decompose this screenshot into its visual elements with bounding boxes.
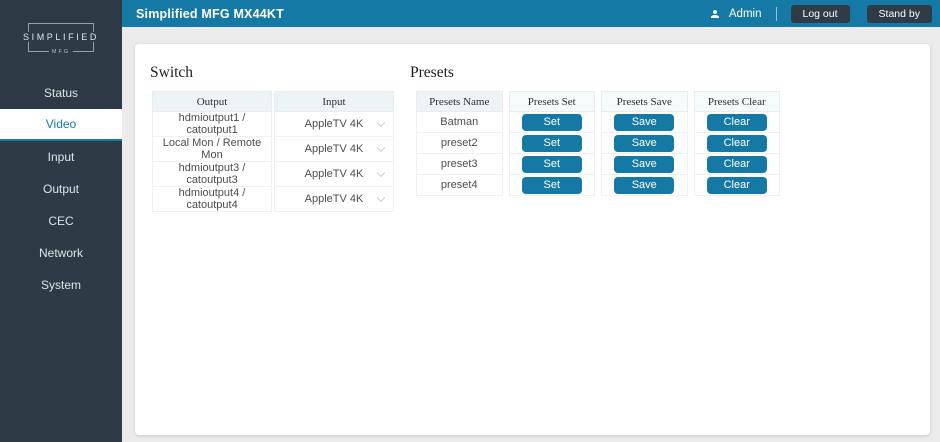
topbar-divider (776, 7, 777, 21)
switch-table: Output Input hdmioutput1 / catoutput1 Ap… (150, 91, 396, 212)
preset4-clear-button[interactable]: Clear (707, 177, 767, 194)
presets-table: Presets Name Presets Set Presets Save Pr… (410, 91, 786, 196)
user-label: Admin (729, 8, 762, 20)
preset1-set-button[interactable]: Set (522, 114, 582, 131)
sidebar-item-system[interactable]: System (0, 269, 122, 301)
content-card: Switch Output Input hdmioutput1 / catout… (135, 44, 930, 435)
top-bar: Simplified MFG MX44KT Admin Log out Stan… (122, 0, 940, 27)
preset-name-cell: preset2 (416, 133, 503, 154)
preset1-clear-button[interactable]: Clear (707, 114, 767, 131)
input-select-value: AppleTV 4K (305, 193, 364, 205)
input-select-value: AppleTV 4K (305, 168, 364, 180)
sidebar-item-cec[interactable]: CEC (0, 205, 122, 237)
table-row: hdmioutput1 / catoutput1 AppleTV 4K (152, 112, 394, 137)
user-menu[interactable]: Admin (709, 8, 762, 20)
sidebar-item-network[interactable]: Network (0, 237, 122, 269)
preset-name-cell: preset4 (416, 175, 503, 196)
preset2-clear-button[interactable]: Clear (707, 135, 767, 152)
chevron-down-icon (377, 144, 385, 152)
sidebar-item-input[interactable]: Input (0, 141, 122, 173)
chevron-down-icon (377, 169, 385, 177)
switch-section-title: Switch (150, 64, 396, 82)
preset4-set-button[interactable]: Set (522, 177, 582, 194)
logout-button[interactable]: Log out (791, 5, 850, 23)
chevron-down-icon (377, 119, 385, 127)
brand-logo-subtext: MFG (49, 49, 73, 55)
output-cell: hdmioutput1 / catoutput1 (152, 112, 272, 137)
output-cell: Local Mon / Remote Mon (152, 137, 272, 162)
sidebar-item-video[interactable]: Video (0, 109, 122, 141)
preset-name-cell: Batman (416, 112, 503, 133)
presets-section-title: Presets (410, 64, 786, 82)
presets-section: Presets Presets Name Presets Set Presets… (410, 64, 786, 196)
table-row: hdmioutput4 / catoutput4 AppleTV 4K (152, 187, 394, 212)
output-cell: hdmioutput4 / catoutput4 (152, 187, 272, 212)
table-row: preset3 Set Save Clear (416, 154, 780, 175)
switch-section: Switch Output Input hdmioutput1 / catout… (150, 64, 396, 212)
preset2-set-button[interactable]: Set (522, 135, 582, 152)
brand-logo: SIMPLIFIED MFG (28, 23, 94, 52)
input-select-output2[interactable]: AppleTV 4K (274, 137, 394, 162)
column-header-output: Output (152, 91, 272, 112)
input-select-output4[interactable]: AppleTV 4K (274, 187, 394, 212)
preset4-save-button[interactable]: Save (614, 177, 674, 194)
table-row: hdmioutput3 / catoutput3 AppleTV 4K (152, 162, 394, 187)
table-row: Local Mon / Remote Mon AppleTV 4K (152, 137, 394, 162)
table-row: preset2 Set Save Clear (416, 133, 780, 154)
output-cell: hdmioutput3 / catoutput3 (152, 162, 272, 187)
table-row: preset4 Set Save Clear (416, 175, 780, 196)
input-select-value: AppleTV 4K (305, 143, 364, 155)
column-header-input: Input (274, 91, 394, 112)
preset3-clear-button[interactable]: Clear (707, 156, 767, 173)
input-select-output1[interactable]: AppleTV 4K (274, 112, 394, 137)
preset-name-cell: preset3 (416, 154, 503, 175)
sidebar-item-status[interactable]: Status (0, 77, 122, 109)
sidebar-item-output[interactable]: Output (0, 173, 122, 205)
presets-header-row: Presets Name Presets Set Presets Save Pr… (416, 91, 780, 112)
input-select-value: AppleTV 4K (305, 118, 364, 130)
column-header-presets-save: Presets Save (601, 91, 688, 112)
column-header-presets-clear: Presets Clear (694, 91, 781, 112)
column-header-presets-set: Presets Set (509, 91, 596, 112)
app-title: Simplified MFG MX44KT (136, 7, 284, 21)
column-header-presets-name: Presets Name (416, 91, 503, 112)
standby-button[interactable]: Stand by (867, 5, 932, 23)
preset1-save-button[interactable]: Save (614, 114, 674, 131)
sidebar-nav: Status Video Input Output CEC Network Sy… (0, 77, 122, 301)
table-row: Batman Set Save Clear (416, 112, 780, 133)
input-select-output3[interactable]: AppleTV 4K (274, 162, 394, 187)
brand-logo-text: SIMPLIFIED (21, 31, 101, 41)
preset3-set-button[interactable]: Set (522, 156, 582, 173)
chevron-down-icon (377, 194, 385, 202)
sidebar: SIMPLIFIED MFG Status Video Input Output… (0, 0, 122, 442)
user-icon (709, 8, 721, 20)
switch-header-row: Output Input (152, 91, 394, 112)
preset2-save-button[interactable]: Save (614, 135, 674, 152)
preset3-save-button[interactable]: Save (614, 156, 674, 173)
